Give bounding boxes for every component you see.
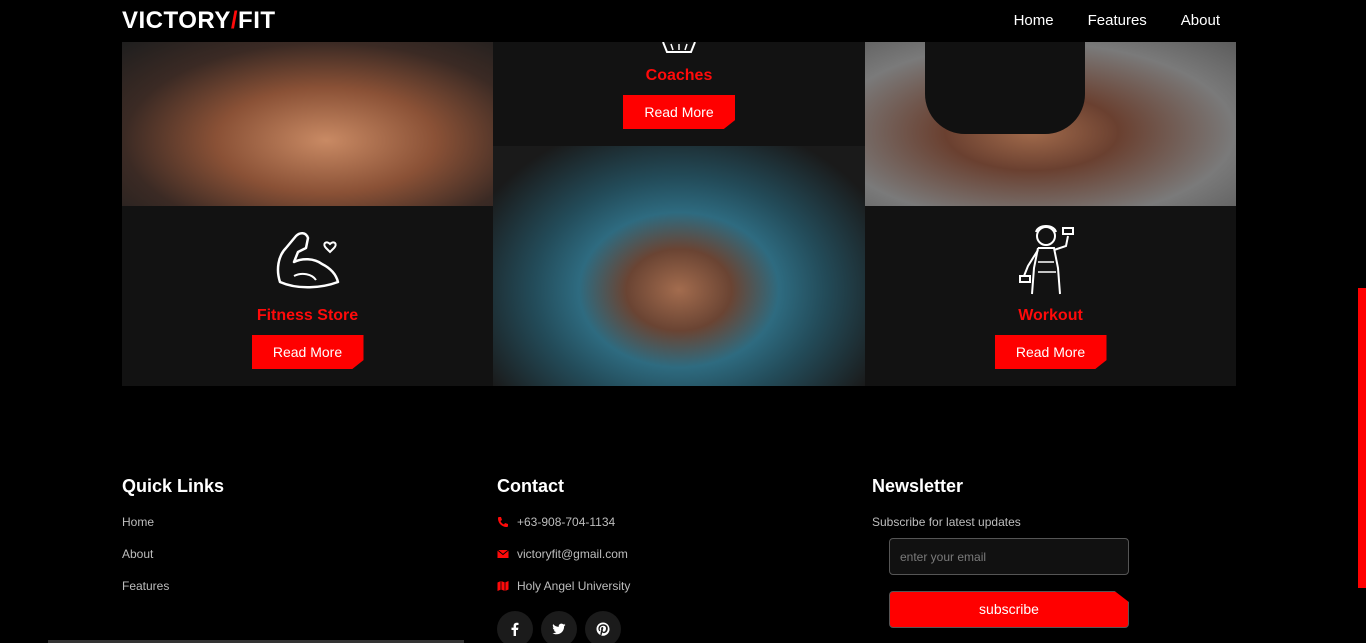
brand-name-left: VICTORY <box>122 7 231 34</box>
side-accent-bar <box>1358 288 1366 588</box>
twitter-icon[interactable] <box>541 611 577 643</box>
facebook-icon[interactable] <box>497 611 533 643</box>
bodybuilder-dumbbell-photo <box>122 42 493 206</box>
coaches-title: Coaches <box>645 67 713 84</box>
coaches-read-more-button[interactable]: Read More <box>623 95 735 129</box>
map-icon <box>497 581 509 591</box>
social-links <box>497 611 630 643</box>
contact-phone-text: +63-908-704-1134 <box>517 515 616 529</box>
footer-link-features[interactable]: Features <box>122 579 224 611</box>
brand-logo[interactable]: VICTORY/FIT <box>122 7 276 35</box>
contact-location-text: Holy Angel University <box>517 579 631 593</box>
hooded-bodybuilder-photo <box>493 146 865 386</box>
navbar: VICTORY/FIT Home Features About <box>0 0 1366 42</box>
nav-home[interactable]: Home <box>1014 12 1054 29</box>
contact-email: victoryfit@gmail.com <box>497 547 630 579</box>
quick-links-section: Quick Links Home About Features <box>122 476 224 611</box>
brand-slash: / <box>230 7 239 34</box>
footer-link-about[interactable]: About <box>122 547 224 579</box>
nav-about[interactable]: About <box>1181 12 1220 29</box>
fitness-store-title: Fitness Store <box>256 307 359 324</box>
newsletter-email-input[interactable] <box>889 538 1129 575</box>
fitness-store-read-more-button[interactable]: Read More <box>251 335 364 369</box>
nav-features[interactable]: Features <box>1088 12 1147 29</box>
pinterest-icon[interactable] <box>585 611 621 643</box>
flexed-arm-heart-icon <box>276 232 339 289</box>
contact-location: Holy Angel University <box>497 579 630 611</box>
nav-links: Home Features About <box>1014 12 1220 29</box>
contact-email-text: victoryfit@gmail.com <box>517 547 628 561</box>
subscribe-button[interactable]: subscribe <box>889 591 1129 628</box>
footer-link-home[interactable]: Home <box>122 515 224 547</box>
fitness-store-card: Fitness Store Read More <box>122 206 493 386</box>
newsletter-section: Newsletter Subscribe for latest updates <box>872 476 1021 529</box>
brand-name-right: FIT <box>238 7 276 34</box>
phone-icon <box>498 517 508 527</box>
coaches-card: Coaches Read More <box>493 42 865 146</box>
envelope-icon <box>497 549 509 558</box>
woman-dumbbell-icon <box>1018 225 1074 295</box>
contact-heading: Contact <box>497 476 564 496</box>
contact-phone: +63-908-704-1134 <box>497 515 630 547</box>
newsletter-heading: Newsletter <box>872 476 964 496</box>
newsletter-subtitle: Subscribe for latest updates <box>872 515 1021 529</box>
quick-links-heading: Quick Links <box>122 476 225 496</box>
feature-grid: Coaches Read More Fitness Store Read Mor… <box>122 42 1236 386</box>
workout-card: Workout Read More <box>865 206 1236 386</box>
workout-read-more-button[interactable]: Read More <box>994 335 1107 369</box>
woman-athlete-photo <box>865 42 1236 206</box>
dumbbell-basket-icon <box>662 42 696 53</box>
contact-section: Contact +63-908-704-1134 victoryfit@gmai… <box>497 476 630 643</box>
workout-title: Workout <box>1018 307 1083 324</box>
